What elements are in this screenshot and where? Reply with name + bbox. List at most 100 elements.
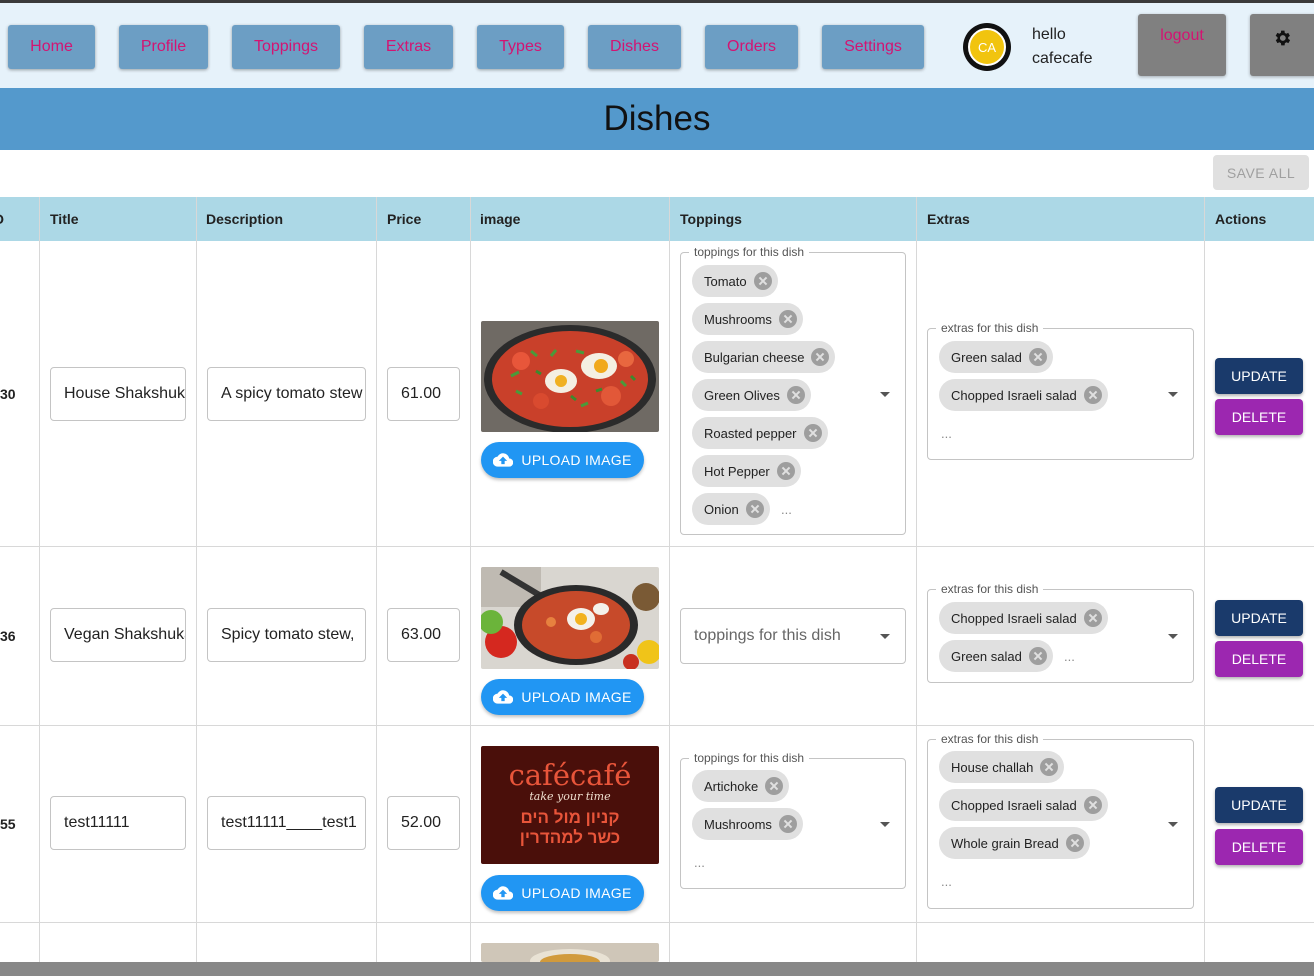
- dish-image: [481, 321, 659, 432]
- extra-chip: Chopped Israeli salad: [939, 602, 1108, 634]
- row-divider: [0, 725, 1314, 726]
- price-input[interactable]: 61.00: [387, 367, 460, 421]
- nav-orders-button[interactable]: Orders: [705, 25, 798, 69]
- column-divider: [196, 197, 197, 976]
- more-ellipsis: ...: [941, 874, 952, 889]
- update-button[interactable]: UPDATE: [1215, 787, 1303, 823]
- topping-chip: Artichoke: [692, 770, 790, 802]
- chevron-down-icon[interactable]: [1168, 634, 1178, 639]
- toppings-select-label: toppings for this dish: [689, 245, 810, 259]
- remove-chip-icon[interactable]: [1083, 609, 1102, 627]
- remove-chip-icon[interactable]: [1028, 348, 1047, 366]
- logout-label: logout: [1160, 27, 1204, 44]
- remove-chip-icon[interactable]: [776, 462, 795, 480]
- chevron-down-icon[interactable]: [880, 822, 890, 827]
- topping-chip: Onion: [692, 493, 770, 525]
- column-divider: [376, 197, 377, 976]
- remove-chip-icon[interactable]: [1040, 758, 1059, 776]
- cloud-upload-icon: [493, 453, 514, 467]
- greeting-username: cafecafe: [1032, 50, 1093, 67]
- delete-button[interactable]: DELETE: [1215, 399, 1303, 435]
- row-divider: [0, 546, 1314, 547]
- row-id: 30: [0, 386, 16, 402]
- top-navbar: Home Profile Toppings Extras Types Dishe…: [0, 3, 1314, 88]
- more-ellipsis: ...: [781, 502, 792, 517]
- topping-chip: Tomato: [692, 265, 778, 297]
- user-greeting: hello cafecafe: [1032, 23, 1092, 71]
- remove-chip-icon[interactable]: [786, 386, 805, 404]
- price-input[interactable]: 52.00: [387, 796, 460, 850]
- avatar-initials: CA: [968, 28, 1006, 66]
- nav-profile-button[interactable]: Profile: [119, 25, 208, 69]
- logo-tagline: take your time: [529, 790, 611, 803]
- remove-chip-icon[interactable]: [1083, 386, 1102, 404]
- more-ellipsis: ...: [1064, 649, 1075, 664]
- delete-button[interactable]: DELETE: [1215, 641, 1303, 677]
- chevron-down-icon[interactable]: [1168, 392, 1178, 397]
- greeting-hello: hello: [1032, 26, 1066, 43]
- gear-icon: [1275, 30, 1291, 46]
- remove-chip-icon[interactable]: [1083, 796, 1102, 814]
- title-input[interactable]: Vegan Shakshuka: [50, 608, 186, 662]
- topping-chip: Bulgarian cheese: [692, 341, 836, 373]
- remove-chip-icon[interactable]: [1065, 834, 1084, 852]
- toppings-select[interactable]: toppings for this dish Artichoke Mushroo…: [680, 751, 906, 889]
- update-button[interactable]: UPDATE: [1215, 358, 1303, 394]
- nav-types-button[interactable]: Types: [477, 25, 564, 69]
- extras-select[interactable]: extras for this dish Chopped Israeli sal…: [927, 582, 1194, 683]
- nav-toppings-button[interactable]: Toppings: [232, 25, 340, 69]
- remove-chip-icon[interactable]: [778, 815, 797, 833]
- description-input[interactable]: A spicy tomato stew: [207, 367, 366, 421]
- row-id: 36: [0, 628, 16, 644]
- settings-gear-button[interactable]: [1250, 14, 1314, 76]
- extras-select-label: extras for this dish: [936, 582, 1044, 596]
- upload-image-button[interactable]: UPLOAD IMAGE: [481, 679, 644, 715]
- logout-button[interactable]: logout: [1138, 14, 1226, 76]
- logo-brand: cafécafé: [508, 758, 632, 792]
- remove-chip-icon[interactable]: [803, 424, 822, 442]
- upload-image-label: UPLOAD IMAGE: [521, 689, 632, 705]
- delete-button[interactable]: DELETE: [1215, 829, 1303, 865]
- upload-image-button[interactable]: UPLOAD IMAGE: [481, 875, 644, 911]
- remove-chip-icon[interactable]: [745, 500, 764, 518]
- update-button[interactable]: UPDATE: [1215, 600, 1303, 636]
- description-input[interactable]: test11111____test1: [207, 796, 366, 850]
- column-header-image: image: [480, 211, 521, 227]
- extras-select[interactable]: extras for this dish House challah Chopp…: [927, 732, 1194, 909]
- topping-chip: Green Olives: [692, 379, 811, 411]
- extras-select[interactable]: extras for this dish Green salad Chopped…: [927, 321, 1194, 460]
- column-divider: [470, 197, 471, 976]
- window-bottom-edge: [0, 962, 1314, 976]
- remove-chip-icon[interactable]: [811, 348, 830, 366]
- nav-home-button[interactable]: Home: [8, 25, 95, 69]
- extra-chip: Chopped Israeli salad: [939, 789, 1108, 821]
- nav-dishes-button[interactable]: Dishes: [588, 25, 681, 69]
- column-header-actions: Actions: [1215, 211, 1267, 227]
- remove-chip-icon[interactable]: [1028, 647, 1047, 665]
- avatar[interactable]: CA: [963, 23, 1011, 71]
- extras-select-label: extras for this dish: [936, 321, 1044, 335]
- toppings-select[interactable]: toppings for this dish Tomato Mushrooms …: [680, 245, 906, 535]
- extra-chip: Whole grain Bread: [939, 827, 1090, 859]
- chevron-down-icon[interactable]: [1168, 822, 1178, 827]
- nav-extras-button[interactable]: Extras: [364, 25, 453, 69]
- column-header-title: Title: [50, 211, 79, 227]
- remove-chip-icon[interactable]: [778, 310, 797, 328]
- price-input[interactable]: 63.00: [387, 608, 460, 662]
- title-input[interactable]: House Shakshuka: [50, 367, 186, 421]
- upload-image-button[interactable]: UPLOAD IMAGE: [481, 442, 644, 478]
- dish-image: [481, 943, 659, 962]
- toppings-select[interactable]: toppings for this dish: [680, 608, 906, 664]
- chevron-down-icon[interactable]: [880, 634, 890, 639]
- description-input[interactable]: Spicy tomato stew,: [207, 608, 366, 662]
- nav-settings-button[interactable]: Settings: [822, 25, 924, 69]
- remove-chip-icon[interactable]: [753, 272, 772, 290]
- extra-chip: Green salad: [939, 341, 1053, 373]
- column-divider: [39, 197, 40, 976]
- title-input[interactable]: test11111: [50, 796, 186, 850]
- chevron-down-icon[interactable]: [880, 392, 890, 397]
- page-title: Dishes: [603, 99, 711, 138]
- cloud-upload-icon: [493, 886, 514, 900]
- remove-chip-icon[interactable]: [765, 777, 784, 795]
- save-all-button[interactable]: SAVE ALL: [1213, 155, 1309, 190]
